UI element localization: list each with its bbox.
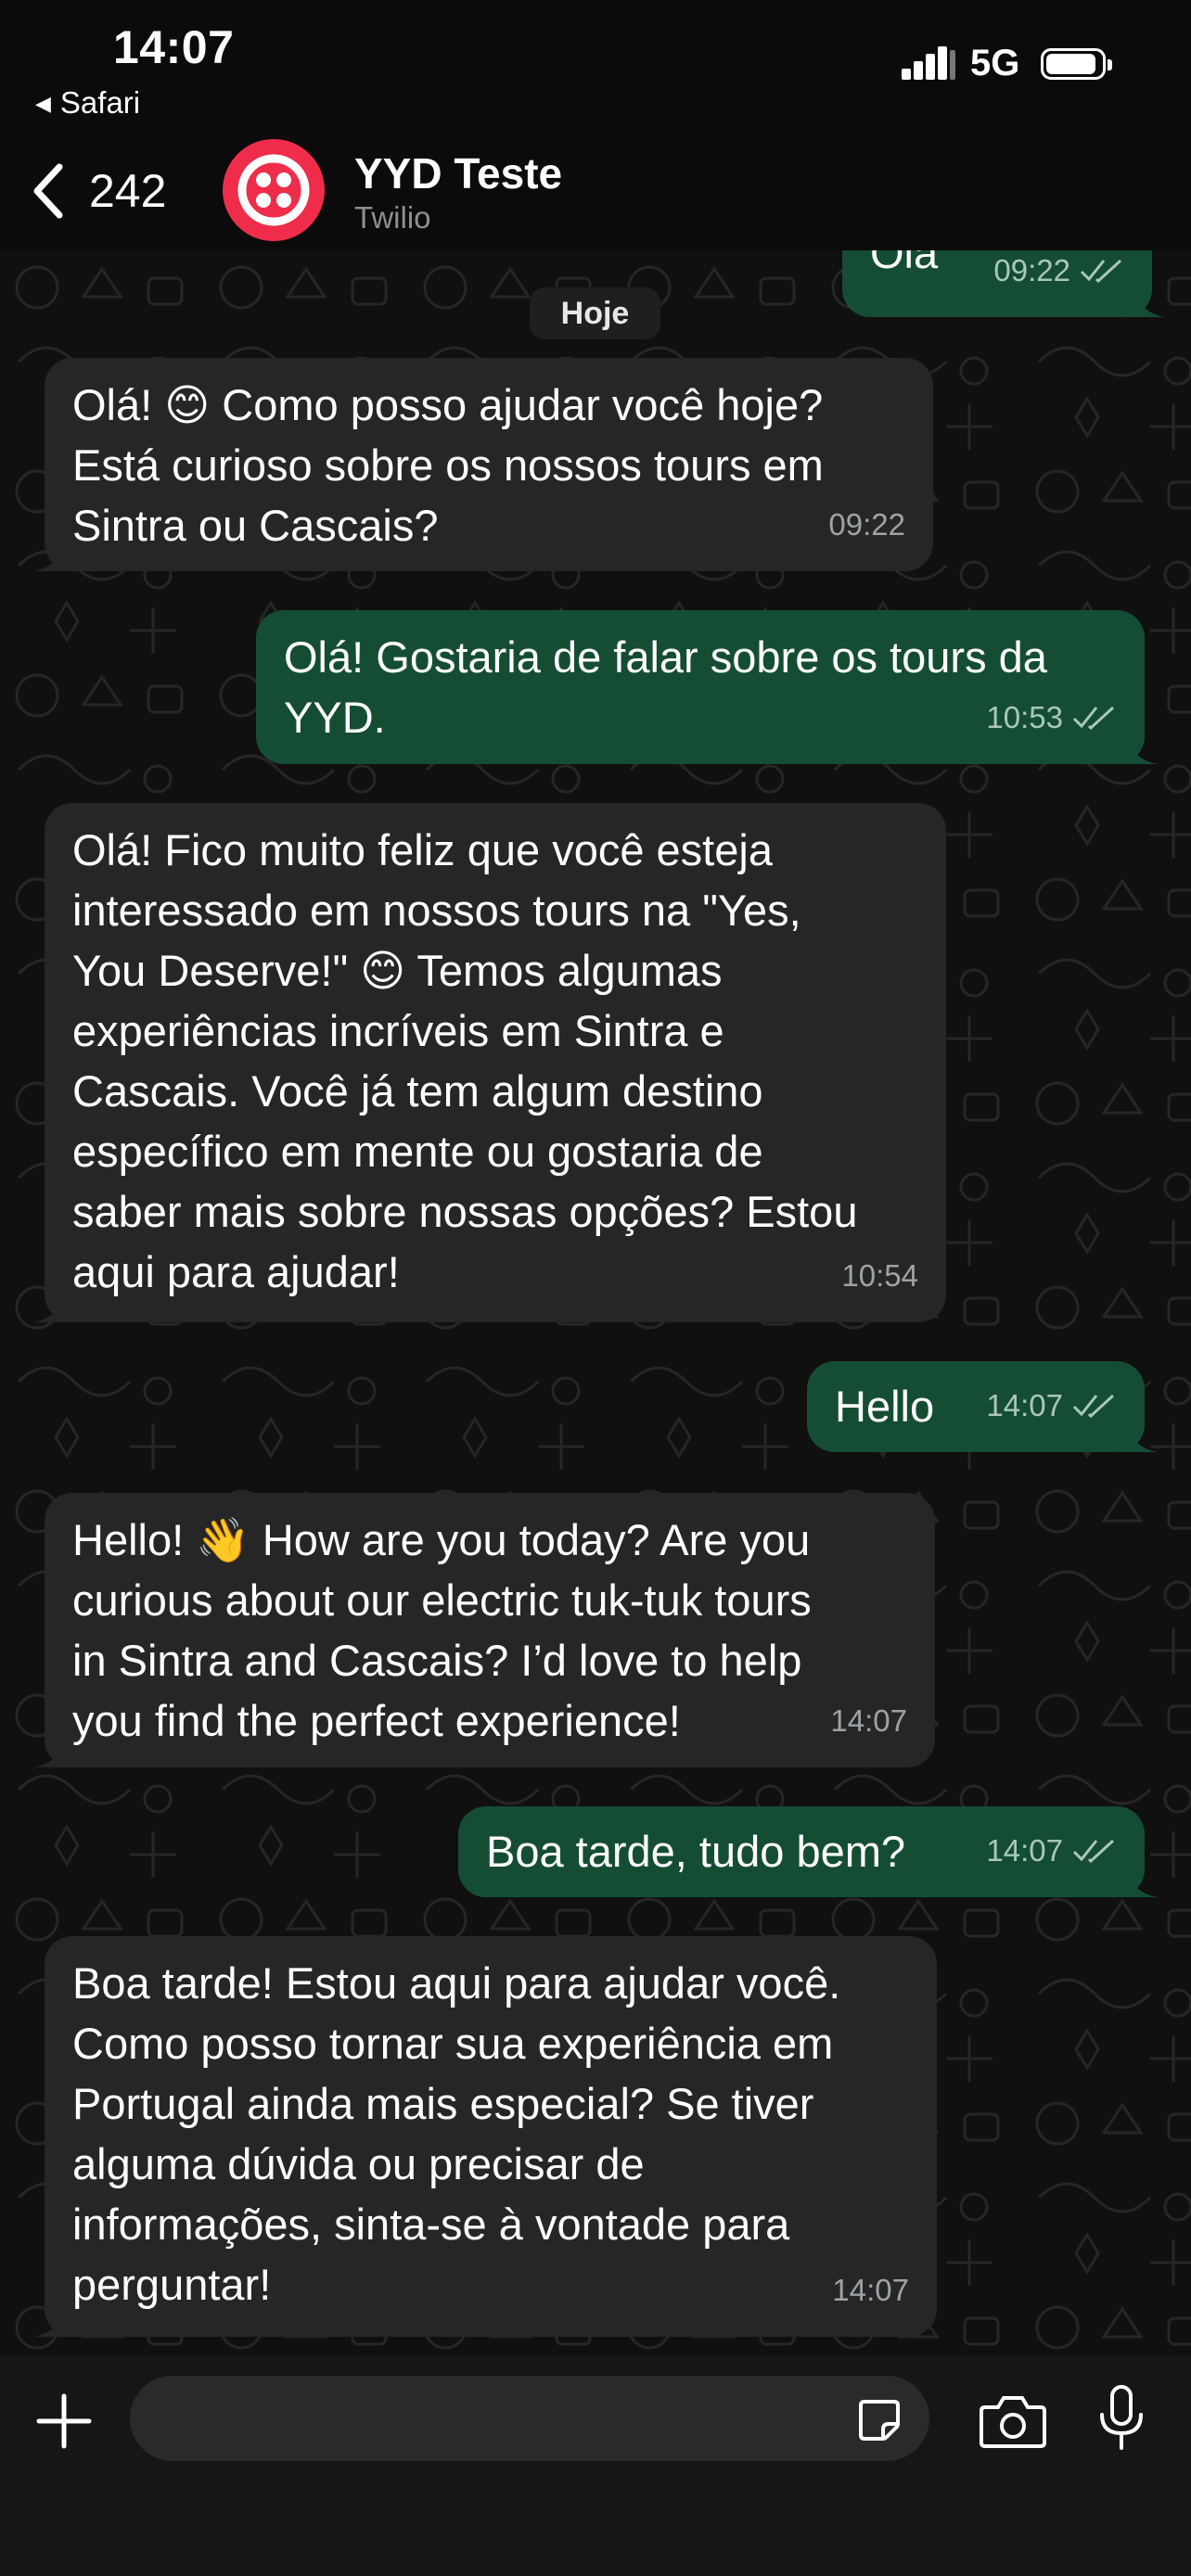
message-bubble-outgoing[interactable]: Hello 14:07 xyxy=(807,1361,1158,1452)
back-button[interactable]: 242 xyxy=(32,163,166,219)
microphone-icon[interactable] xyxy=(1098,2385,1145,2452)
message-input[interactable] xyxy=(158,2376,848,2463)
sticker-icon[interactable] xyxy=(857,2398,902,2442)
message-time: 14:07 xyxy=(830,1703,907,1738)
message-text: Hello! 👋 How are you today? Are you curi… xyxy=(72,1515,812,1745)
double-check-read-icon xyxy=(1080,259,1122,283)
message-bubble-outgoing[interactable]: Boa tarde, tudo bem? 14:07 xyxy=(458,1806,1158,1897)
message-time: 14:07 xyxy=(986,1388,1063,1422)
message-meta: 14:07 xyxy=(986,1820,1117,1881)
chat-header: 242 YYD Teste Twilio xyxy=(0,130,1191,250)
status-time: 14:07 xyxy=(113,21,235,73)
contact-name[interactable]: YYD Teste xyxy=(354,148,562,198)
battery-icon xyxy=(1041,48,1112,80)
message-bubble-incoming[interactable]: Boa tarde! Estou aqui para ajudar você. … xyxy=(33,1936,937,2337)
cellular-signal-icon xyxy=(902,46,955,80)
message-bubble-outgoing[interactable]: Ola 09:22 xyxy=(842,250,1165,317)
bubble-tail xyxy=(1121,1415,1158,1452)
double-check-read-icon xyxy=(1072,706,1115,730)
bubble-tail xyxy=(33,1285,70,1322)
plus-icon[interactable] xyxy=(35,2392,93,2450)
message-time: 09:22 xyxy=(993,253,1070,287)
message-time: 09:22 xyxy=(828,507,905,542)
message-list[interactable]: Ola 09:22 Hoje Olá! 😊 Como posso ajudar … xyxy=(0,250,1191,2355)
double-check-read-icon xyxy=(1072,1394,1115,1418)
message-bubble-outgoing[interactable]: Olá! Gostaria de falar sobre os tours da… xyxy=(256,610,1158,764)
message-bubble-incoming[interactable]: Olá! 😊 Como posso ajudar você hoje? Está… xyxy=(33,358,933,571)
message-bubble-incoming[interactable]: Hello! 👋 How are you today? Are you curi… xyxy=(33,1493,935,1767)
network-type: 5G xyxy=(970,43,1020,83)
bubble-tail xyxy=(1128,280,1165,317)
double-check-read-icon xyxy=(1072,1839,1115,1863)
message-meta: 09:22 xyxy=(828,494,905,555)
unread-count: 242 xyxy=(89,165,167,217)
message-bubble-incoming[interactable]: Olá! Fico muito feliz que você esteja in… xyxy=(33,803,946,1322)
message-meta: 09:22 xyxy=(993,250,1124,300)
message-meta: 10:53 xyxy=(986,687,1117,747)
message-text: Olá! 😊 Como posso ajudar você hoje? Está… xyxy=(72,380,824,550)
bubble-tail xyxy=(33,534,70,571)
contact-subtitle: Twilio xyxy=(354,200,431,235)
status-bar: 14:07 ◀ Safari 5G xyxy=(0,0,1191,130)
bubble-tail xyxy=(1121,727,1158,764)
avatar[interactable] xyxy=(223,139,325,241)
message-composer xyxy=(0,2355,1191,2576)
bubble-tail xyxy=(33,1730,70,1767)
message-time: 14:07 xyxy=(832,2273,909,2307)
message-input-container[interactable] xyxy=(130,2376,929,2463)
message-time: 14:07 xyxy=(986,1833,1063,1868)
message-meta: 14:07 xyxy=(986,1375,1117,1435)
back-to-safari-link[interactable]: ◀ Safari xyxy=(35,85,140,121)
message-meta: 14:07 xyxy=(832,2260,909,2320)
message-text: Ola xyxy=(870,250,939,277)
camera-icon[interactable] xyxy=(980,2394,1046,2448)
chevron-left-icon xyxy=(33,163,63,219)
back-triangle-icon: ◀ xyxy=(35,92,51,115)
bubble-tail xyxy=(1121,1860,1158,1897)
message-meta: 14:07 xyxy=(830,1690,907,1751)
bubble-tail xyxy=(33,2300,70,2337)
message-text: Olá! Fico muito feliz que você esteja in… xyxy=(72,825,858,1296)
message-meta: 10:54 xyxy=(841,1245,918,1306)
message-time: 10:53 xyxy=(986,700,1063,734)
date-separator: Hoje xyxy=(530,287,660,339)
message-text: Boa tarde! Estou aqui para ajudar você. … xyxy=(72,1958,841,2309)
back-app-label: Safari xyxy=(59,85,141,120)
message-time: 10:54 xyxy=(841,1258,918,1293)
twilio-logo-icon xyxy=(237,154,310,226)
